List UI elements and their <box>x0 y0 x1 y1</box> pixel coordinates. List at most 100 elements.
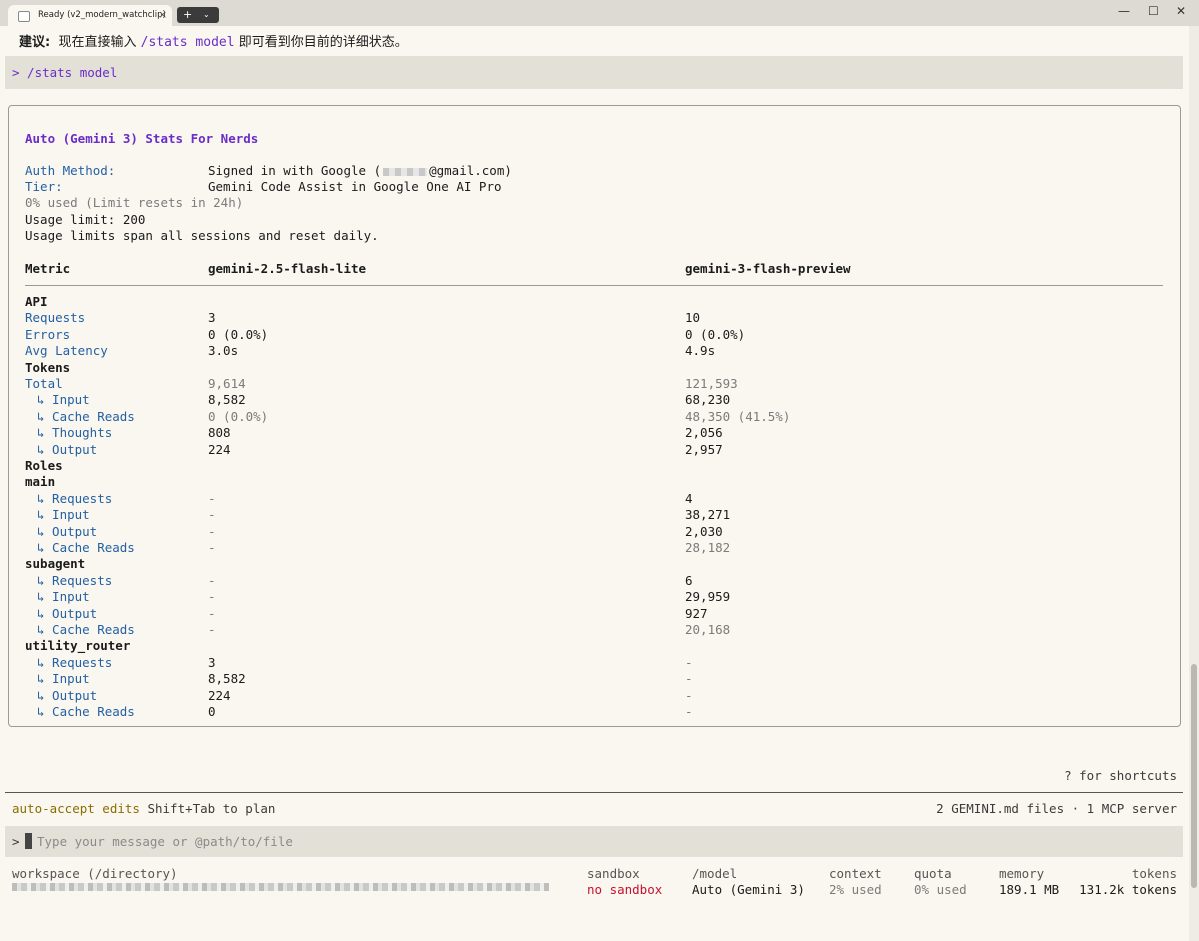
status-divider <box>5 792 1183 793</box>
tab-title: Ready (v2_modern_watchclip) <box>38 10 166 20</box>
metric-label: Roles <box>25 458 63 473</box>
tab-close-icon[interactable]: × <box>158 8 167 21</box>
model-1-value: 3.0s <box>208 343 239 359</box>
model-2-value: 68,230 <box>685 392 731 408</box>
auto-accept-label: auto-accept edits <box>12 801 140 816</box>
model-value[interactable]: Auto (Gemini 3) <box>692 882 805 898</box>
tier-label: Tier: <box>25 179 63 194</box>
usage-note: Usage limits span all sessions and reset… <box>25 228 379 243</box>
model-1-value: - <box>208 605 216 621</box>
model-2-value: 0 (0.0%) <box>685 326 746 342</box>
metric-label: utility_router <box>25 638 131 654</box>
metric-label: ↳ Input <box>37 392 90 408</box>
tier-value: Gemini Code Assist in Google One AI Pro <box>208 179 502 194</box>
title-bar: Ready (v2_modern_watchclip) × + ⌄ — ☐ ✕ <box>0 0 1199 26</box>
suggestion-command: /stats model <box>140 35 235 50</box>
model-1-value: - <box>208 572 216 588</box>
suggestion-label: 建议: <box>19 35 51 50</box>
metric-label: ↳ Cache Reads <box>37 540 135 555</box>
usage-limit: Usage limit: 200 <box>25 212 146 227</box>
model-1-value: 9,614 <box>208 376 246 391</box>
input-placeholder: Type your message or @path/to/file <box>37 834 293 849</box>
new-tab-button[interactable]: + <box>183 7 192 23</box>
terminal-icon <box>18 11 30 22</box>
metric-label: ↳ Requests <box>37 572 113 588</box>
tokens-value: 131.2k tokens <box>1079 882 1177 897</box>
previous-command: > /stats model <box>5 56 1183 89</box>
header-model-1: gemini-2.5-flash-lite <box>208 261 367 276</box>
model-label: /model <box>692 866 738 881</box>
command-text: > /stats model <box>12 65 118 80</box>
stats-title: Auto (Gemini 3) Stats For Nerds <box>25 131 259 146</box>
metric-label: Avg Latency <box>25 343 108 359</box>
usage-percent: 0% used (Limit resets in 24h) <box>25 195 244 210</box>
header-model-2: gemini-3-flash-preview <box>685 261 851 276</box>
sandbox-label: sandbox <box>587 866 640 881</box>
terminal-tab[interactable]: Ready (v2_modern_watchclip) × <box>8 5 172 26</box>
model-2-value: 4 <box>685 490 693 506</box>
memory-value: 189.1 MB <box>999 882 1060 897</box>
model-1-value: 224 <box>208 687 231 703</box>
auto-accept-status: auto-accept edits Shift+Tab to plan <box>12 801 275 816</box>
model-2-value: 121,593 <box>685 376 738 391</box>
auto-accept-hint: Shift+Tab to plan <box>147 801 276 816</box>
model-2-value: 28,182 <box>685 540 731 555</box>
sandbox-value: no sandbox <box>587 882 663 897</box>
model-2-value: 38,271 <box>685 507 731 523</box>
metric-label: ↳ Requests <box>37 654 113 670</box>
message-input[interactable]: > Type your message or @path/to/file <box>5 826 1183 857</box>
chevron-down-icon[interactable]: ⌄ <box>203 7 210 23</box>
model-1-value: 0 (0.0%) <box>208 326 269 342</box>
scrollbar-thumb[interactable] <box>1191 664 1197 888</box>
model-1-value: 808 <box>208 425 231 441</box>
model-2-value: - <box>685 654 693 670</box>
model-2-value: 2,030 <box>685 523 723 539</box>
metric-label: ↳ Thoughts <box>37 425 113 441</box>
scrollbar[interactable] <box>1189 26 1199 941</box>
suggestion-pre: 现在直接输入 <box>58 35 137 50</box>
suggestion-line: 建议: 现在直接输入 /stats model 即可看到你目前的详细状态。 <box>19 31 408 50</box>
context-value: 2% used <box>829 882 882 897</box>
context-files-status: 2 GEMINI.md files · 1 MCP server <box>936 801 1177 816</box>
model-2-value: 927 <box>685 605 708 621</box>
metric-label: ↳ Input <box>37 671 90 687</box>
metric-label: Requests <box>25 310 86 326</box>
model-1-value: - <box>208 622 216 637</box>
header-metric: Metric <box>25 261 71 276</box>
auth-label: Auth Method: <box>25 163 116 178</box>
input-prompt: > <box>12 834 20 849</box>
close-window-button[interactable]: ✕ <box>1176 4 1186 18</box>
metric-label: ↳ Input <box>37 507 90 523</box>
metric-label: ↳ Input <box>37 589 90 605</box>
model-2-value: 20,168 <box>685 622 731 637</box>
suggestion-post: 即可看到你目前的详细状态。 <box>238 35 408 50</box>
minimize-button[interactable]: — <box>1118 4 1130 18</box>
model-1-value: - <box>208 490 216 506</box>
quota-label: quota <box>914 866 952 881</box>
model-2-value: - <box>685 687 693 703</box>
model-2-value: 29,959 <box>685 589 731 605</box>
tokens-label: tokens <box>1131 866 1177 881</box>
model-1-value: - <box>208 589 216 605</box>
metric-label: ↳ Output <box>37 523 98 539</box>
model-2-value: 4.9s <box>685 343 716 359</box>
model-2-value: - <box>685 704 693 719</box>
stats-panel: Auto (Gemini 3) Stats For Nerds Auth Met… <box>8 105 1181 727</box>
maximize-button[interactable]: ☐ <box>1148 4 1159 18</box>
model-2-value: 2,056 <box>685 425 723 441</box>
model-1-value: - <box>208 507 216 523</box>
metric-label: ↳ Cache Reads <box>37 408 135 424</box>
model-1-value: 8,582 <box>208 392 246 408</box>
header-divider <box>25 285 1163 286</box>
shortcuts-hint: ? for shortcuts <box>1064 768 1177 783</box>
redacted-email <box>383 167 428 176</box>
quota-value: 0% used <box>914 882 967 897</box>
model-1-value: 3 <box>208 310 216 326</box>
metric-label: ↳ Output <box>37 441 98 457</box>
model-1-value: 224 <box>208 441 231 457</box>
metric-label: Errors <box>25 326 71 342</box>
context-label: context <box>829 866 882 881</box>
metric-label: ↳ Requests <box>37 490 113 506</box>
model-2-value: - <box>685 671 693 687</box>
metric-label: API <box>25 294 48 309</box>
